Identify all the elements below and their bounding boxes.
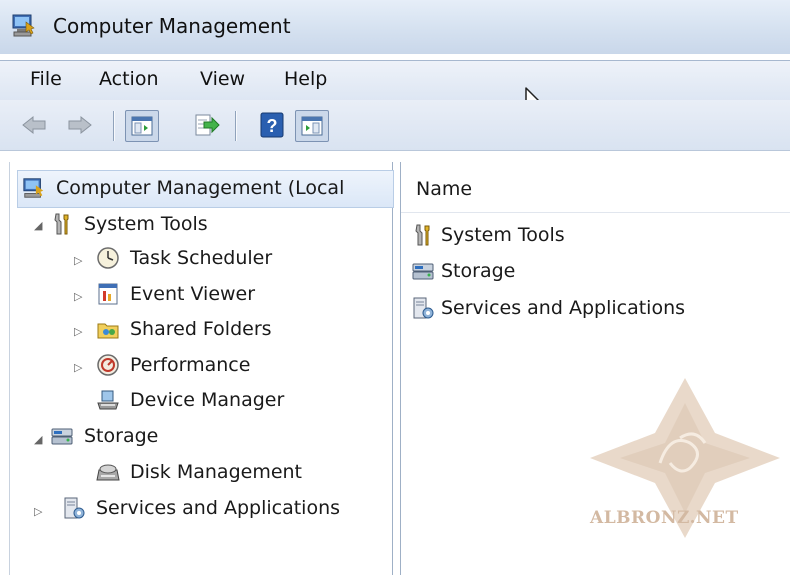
show-hide-action-pane-button[interactable] — [295, 110, 329, 142]
tree-label: Device Manager — [130, 389, 285, 411]
shared-folder-icon — [97, 323, 119, 339]
system-tools-icon — [54, 213, 69, 235]
forward-arrow-icon[interactable] — [66, 111, 94, 139]
tree-label: Shared Folders — [130, 318, 272, 340]
tree-label: Disk Management — [130, 461, 303, 483]
column-header-name[interactable]: Name — [401, 162, 790, 213]
menu-bar: File Action View Help — [0, 60, 790, 101]
device-manager-icon — [97, 390, 119, 410]
watermark-text: ALBRONZ.NET — [590, 508, 739, 528]
menu-action[interactable]: Action — [99, 68, 159, 90]
tree-item-services-and-applications[interactable]: Services and Applications — [62, 492, 340, 524]
help-icon[interactable]: ? — [258, 111, 286, 139]
tree-label: Services and Applications — [96, 497, 341, 519]
list-item-label: Services and Applications — [441, 297, 686, 319]
tree-item-performance[interactable]: Performance — [96, 349, 250, 381]
column-header-label: Name — [416, 178, 473, 200]
tree-label: Computer Management (Local — [56, 177, 345, 199]
toolbar-separator — [235, 111, 236, 141]
tree-label: Performance — [130, 354, 251, 376]
tree-item-computer-management[interactable]: Computer Management (Local — [22, 172, 344, 204]
collapsed-arrow-icon[interactable]: ▷ — [74, 290, 82, 303]
title-bar[interactable]: Computer Management — [0, 0, 790, 54]
computer-management-icon — [12, 14, 35, 37]
window-title: Computer Management — [53, 14, 291, 38]
services-and-applications-icon — [413, 297, 434, 319]
tree-label: System Tools — [84, 213, 208, 235]
tree-item-shared-folders[interactable]: Shared Folders — [96, 313, 272, 345]
expanded-arrow-icon[interactable]: ◢ — [34, 433, 42, 446]
export-list-icon[interactable] — [192, 111, 220, 139]
svg-text:?: ? — [267, 116, 278, 136]
collapsed-arrow-icon[interactable]: ▷ — [74, 361, 82, 374]
system-tools-icon — [415, 224, 430, 246]
tree-item-task-scheduler[interactable]: Task Scheduler — [96, 242, 272, 274]
back-arrow-icon[interactable] — [20, 111, 48, 139]
collapsed-arrow-icon[interactable]: ▷ — [34, 505, 42, 518]
list-item-label: System Tools — [441, 224, 565, 246]
show-hide-console-tree-icon — [131, 116, 153, 136]
list-item-services-and-applications[interactable]: Services and Applications — [411, 292, 685, 324]
event-viewer-icon — [98, 283, 118, 305]
list-item-storage[interactable]: Storage — [411, 255, 515, 287]
tree-item-system-tools[interactable]: System Tools — [50, 208, 208, 240]
disk-management-icon — [96, 464, 120, 481]
tree-label: Storage — [84, 425, 159, 447]
console-tree-pane[interactable]: Computer Management (Local ◢ System Tool… — [9, 162, 394, 575]
menu-help[interactable]: Help — [284, 68, 327, 90]
toolbar: ? — [0, 100, 790, 151]
tree-item-event-viewer[interactable]: Event Viewer — [96, 278, 255, 310]
expanded-arrow-icon[interactable]: ◢ — [34, 219, 42, 232]
services-and-applications-icon — [64, 497, 85, 519]
tree-label: Event Viewer — [130, 283, 256, 305]
tree-label: Task Scheduler — [130, 247, 273, 269]
show-hide-action-pane-icon — [301, 116, 323, 136]
collapsed-arrow-icon[interactable]: ▷ — [74, 325, 82, 338]
tree-item-device-manager[interactable]: Device Manager — [96, 384, 284, 416]
collapsed-arrow-icon[interactable]: ▷ — [74, 254, 82, 267]
storage-icon — [412, 263, 434, 280]
menu-view[interactable]: View — [200, 68, 245, 90]
tree-item-storage[interactable]: Storage — [50, 420, 158, 452]
computer-management-icon — [23, 178, 44, 198]
toolbar-separator — [113, 111, 114, 141]
performance-gauge-icon — [97, 354, 119, 376]
storage-icon — [51, 428, 73, 445]
list-item-label: Storage — [441, 260, 516, 282]
show-hide-console-tree-button[interactable] — [125, 110, 159, 142]
tree-item-disk-management[interactable]: Disk Management — [96, 456, 302, 488]
list-item-system-tools[interactable]: System Tools — [411, 219, 565, 251]
menu-file[interactable]: File — [30, 68, 62, 90]
clock-icon — [97, 247, 119, 269]
